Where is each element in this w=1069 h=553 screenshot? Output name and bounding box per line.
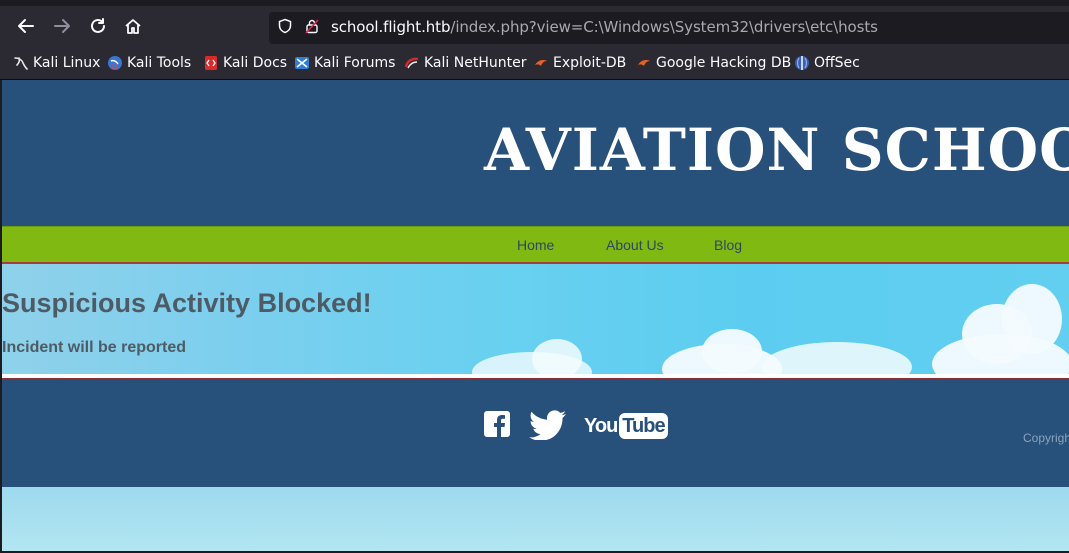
bookmark-kali-linux[interactable]: Kali Linux [13, 54, 100, 72]
bookmark-offsec[interactable]: OffSec [794, 54, 860, 72]
youtube-label-you: You [584, 414, 618, 437]
back-button[interactable] [14, 14, 38, 38]
bookmark-label: Kali Forums [314, 55, 396, 71]
bookmark-kali-forums[interactable]: Kali Forums [294, 54, 395, 72]
twitter-link[interactable] [528, 410, 568, 444]
blocked-heading: Suspicious Activity Blocked! [2, 288, 372, 318]
url-path: /index.php?view=C:\Windows\System32\driv… [450, 18, 878, 36]
url-text[interactable]: school.flight.htb/index.php?view=C:\Wind… [331, 18, 878, 36]
kali-dragon-icon [13, 55, 29, 71]
bookmark-label: Kali Linux [33, 55, 101, 71]
page-background [2, 487, 1069, 551]
facebook-link[interactable] [483, 410, 511, 442]
kali-docs-icon [203, 55, 219, 71]
offsec-icon [794, 55, 810, 71]
site-security-button[interactable] [300, 14, 324, 38]
ghdb-icon [636, 55, 652, 71]
forward-arrow-icon [54, 19, 70, 33]
url-host: school.flight.htb [331, 18, 451, 36]
bookmark-label: Google Hacking DB [656, 55, 792, 71]
bookmark-label: Kali Tools [127, 55, 192, 71]
bookmark-kali-nethunter[interactable]: Kali NetHunter [404, 54, 526, 72]
twitter-icon [529, 410, 566, 441]
hero-banner [2, 264, 1069, 374]
page-viewport: AVIATION SCHOOL Home About Us Blog Suspi… [2, 80, 1069, 551]
facebook-icon [484, 411, 510, 437]
bookmark-kali-docs[interactable]: Kali Docs [203, 54, 287, 72]
bookmark-label: OffSec [814, 55, 860, 71]
shield-icon [278, 18, 292, 34]
nethunter-icon [404, 55, 420, 71]
bookmark-kali-tools[interactable]: 11 Kali Tools [107, 54, 191, 72]
home-button[interactable] [121, 14, 145, 38]
nav-home-link[interactable]: Home [517, 237, 554, 253]
youtube-icon: You Tube [584, 413, 668, 439]
insecure-lock-icon [305, 19, 319, 34]
reload-button[interactable] [86, 14, 110, 38]
site-title: AVIATION SCHOOL [484, 116, 1069, 184]
bookmark-label: Kali NetHunter [424, 55, 527, 71]
forward-button[interactable] [50, 14, 74, 38]
blocked-subheading: Incident will be reported [2, 339, 187, 356]
kali-tools-icon: 11 [107, 55, 123, 71]
bookmark-exploit-db[interactable]: Exploit-DB [533, 54, 626, 72]
back-arrow-icon [18, 19, 34, 33]
bookmark-label: Exploit-DB [553, 55, 627, 71]
nav-about-link[interactable]: About Us [606, 237, 664, 253]
nav-blog-link[interactable]: Blog [714, 237, 742, 253]
svg-text:11: 11 [111, 64, 119, 71]
bookmark-google-hacking-db[interactable]: Google Hacking DB [636, 54, 791, 72]
youtube-link[interactable]: You Tube [584, 413, 668, 439]
youtube-label-tube: Tube [619, 413, 668, 439]
reload-icon [91, 18, 105, 33]
tracking-protection-button[interactable] [273, 14, 297, 38]
kali-forums-icon [294, 55, 310, 71]
bookmark-label: Kali Docs [223, 55, 288, 71]
copyright-text: Copyright [1023, 431, 1069, 445]
home-icon [125, 19, 141, 34]
exploit-db-icon [533, 55, 549, 71]
tab-strip-edge [0, 0, 1069, 6]
